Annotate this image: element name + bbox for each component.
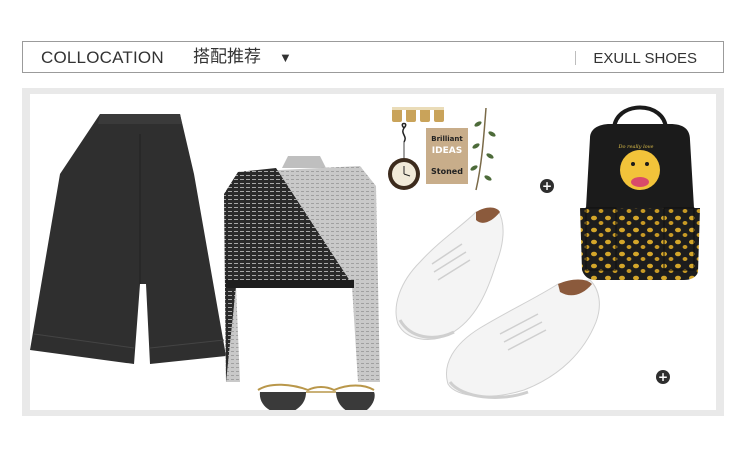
accessory-rings-image	[392, 107, 444, 122]
backpack-script-text: Do really love	[618, 144, 654, 150]
collage-canvas: Brilliant IDEAS Stoned Do really love + …	[30, 94, 716, 410]
notebook-image: Brilliant IDEAS Stoned	[426, 128, 468, 184]
page-subtitle: 搭配推荐	[193, 47, 261, 66]
dropdown-arrow-icon[interactable]: ▼	[279, 49, 292, 67]
plus-icon[interactable]: +	[540, 179, 554, 193]
plus-icon[interactable]: +	[656, 370, 670, 384]
knit-sweater-image[interactable]	[224, 156, 380, 382]
header-divider	[575, 51, 576, 65]
pocket-watch-image	[388, 122, 420, 190]
notebook-text-1: Brilliant	[431, 135, 463, 143]
collage-panel: Brilliant IDEAS Stoned Do really love + …	[22, 88, 724, 416]
backpack-image[interactable]: Do really love	[580, 105, 700, 281]
sunglasses-image[interactable]	[257, 383, 375, 410]
brand-link[interactable]: EXULL SHOES	[593, 51, 697, 67]
notebook-text-2: IDEAS	[432, 146, 462, 156]
herb-sprig-image	[470, 107, 496, 191]
wide-trousers-image[interactable]	[30, 114, 226, 364]
white-sneaker-image-1[interactable]	[395, 207, 504, 340]
page-title: COLLOCATION	[41, 48, 164, 67]
notebook-text-3: Stoned	[431, 167, 463, 176]
collocation-header: COLLOCATION 搭配推荐 ▼ EXULL SHOES	[22, 41, 724, 73]
collage-illustration: Brilliant IDEAS Stoned Do really love	[30, 105, 700, 410]
